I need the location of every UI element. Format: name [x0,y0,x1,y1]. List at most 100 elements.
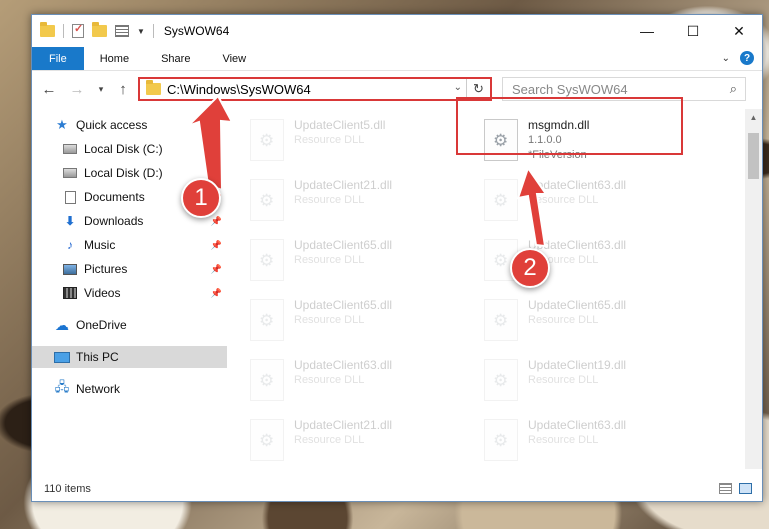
sidebar-item-label: Videos [84,286,121,300]
file-type: Resource DLL [294,434,365,446]
file-type: Resource DLL [294,314,365,326]
list-item[interactable]: UpdateClient21.dll Resource DLL [228,173,458,227]
pin-icon[interactable]: 📌 [211,240,222,251]
dll-file-icon [250,179,284,221]
sidebar-item-label: Downloads [84,214,144,228]
onedrive-icon: ☁ [55,316,69,333]
network-icon: 🖧 [54,379,70,394]
sidebar-item-this-pc[interactable]: This PC [32,346,227,368]
help-icon[interactable]: ? [740,51,754,65]
sidebar-item-label: Pictures [84,262,128,276]
file-version-label: *FileVersion [528,149,587,161]
tiles-view-icon[interactable] [739,483,752,494]
back-button[interactable]: ← [38,81,60,98]
file-name: UpdateClient63.dll [528,178,627,192]
scroll-thumb[interactable] [748,133,759,179]
list-item[interactable]: UpdateClient63.dll Resource DLL [468,173,698,227]
tab-home[interactable]: Home [84,47,145,70]
folder-icon [40,22,55,37]
search-box[interactable]: Search SysWOW64 ⌕ [502,77,746,101]
videos-icon [62,286,78,300]
file-type: Resource DLL [528,314,599,326]
file-name: UpdateClient63.dll [528,418,627,432]
list-item[interactable]: UpdateClient65.dll Resource DLL [228,293,458,347]
view-options-icon[interactable] [115,25,129,37]
scroll-up-icon[interactable]: ▲ [745,109,762,126]
navigation-pane: ★ Quick access Local Disk (C:) Local Dis… [32,109,227,469]
status-bar: 110 items [32,477,762,501]
file-name: UpdateClient63.dll [528,238,627,252]
vertical-scrollbar[interactable]: ▲ [745,109,762,469]
list-item[interactable]: UpdateClient19.dll Resource DLL [468,353,698,407]
up-button[interactable]: ↑ [112,81,134,98]
refresh-icon[interactable]: ↻ [466,79,490,99]
sidebar-item-label: Music [84,238,116,252]
dll-file-icon [484,419,518,461]
close-button[interactable]: ✕ [716,15,762,47]
search-icon[interactable]: ⌕ [730,81,737,97]
dll-file-icon [484,179,518,221]
minimize-button[interactable]: — [624,15,670,47]
file-type: Resource DLL [294,134,365,146]
file-name: msgmdn.dll [528,118,590,132]
list-item[interactable]: UpdateClient63.dllResource DLL [468,233,698,287]
sidebar-item-label: OneDrive [76,318,127,332]
details-view-icon[interactable] [719,483,732,494]
address-path[interactable]: C:\Windows\SysWOW64 [167,82,311,97]
pin-icon[interactable]: 📌 [211,288,222,299]
explorer-window: ▼ SysWOW64 — ☐ ✕ File Home Share View ⌄ … [31,14,763,502]
quick-access-toolbar: ▼ [40,22,154,38]
sidebar-item-music[interactable]: ♪ Music 📌 [32,234,227,256]
forward-button[interactable]: → [66,81,88,98]
list-item[interactable]: UpdateClient63.dllResource DLL [228,353,458,407]
step-1-badge: 1 [181,178,221,218]
tab-view[interactable]: View [206,47,262,70]
expand-ribbon-icon[interactable]: ⌄ [722,53,730,64]
file-type: Resource DLL [528,374,599,386]
dll-file-icon [484,299,518,341]
step-2-badge: 2 [510,248,550,288]
recent-locations-icon[interactable]: ▾ [90,84,112,95]
sidebar-item-onedrive[interactable]: ☁ OneDrive [32,314,227,336]
pin-icon[interactable]: 📌 [211,216,222,227]
list-item-msgmdn[interactable]: msgmdn.dll 1.1.0.0 *FileVersion [468,113,698,167]
sidebar-item-pictures[interactable]: Pictures 📌 [32,258,227,280]
tab-share[interactable]: Share [145,47,206,70]
file-name: UpdateClient65.dll [294,298,393,312]
dll-file-icon [250,299,284,341]
navigation-bar: ← → ▾ ↑ C:\Windows\SysWOW64 ⌄ ↻ Search S… [32,72,762,106]
sidebar-item-network[interactable]: 🖧 Network [32,378,227,400]
file-version: 1.1.0.0 [528,134,562,146]
file-type: Resource DLL [528,194,599,206]
downloads-icon: ⬇ [64,214,76,228]
file-type: Resource DLL [294,374,365,386]
sidebar-item-label: Local Disk (D:) [84,166,163,180]
list-item[interactable]: UpdateClient21.dll Resource DLL [228,413,458,467]
window-title: SysWOW64 [163,24,230,38]
search-input[interactable]: Search SysWOW64 [512,82,628,97]
pictures-icon [62,262,78,276]
list-item[interactable]: UpdateClient5.dll Resource DLL [228,113,458,167]
title-bar: ▼ SysWOW64 — ☐ ✕ [32,15,762,47]
dll-file-icon [484,119,518,161]
pin-icon[interactable]: 📌 [211,264,222,275]
file-type: Resource DLL [294,254,365,266]
sidebar-item-local-disk-c[interactable]: Local Disk (C:) [32,138,227,160]
list-item[interactable]: UpdateClient65.dll Resource DLL [228,233,458,287]
folder-icon [146,80,161,95]
new-folder-icon[interactable] [92,22,107,37]
list-item[interactable]: UpdateClient63.dllResource DLL [468,413,698,467]
divider [63,24,64,38]
maximize-button[interactable]: ☐ [670,15,716,47]
pin-icon[interactable]: 📌 [211,168,222,179]
address-dropdown-icon[interactable]: ⌄ [454,82,462,93]
pc-icon [54,350,70,364]
customize-caret-icon[interactable]: ▼ [137,27,145,36]
address-bar[interactable]: C:\Windows\SysWOW64 ⌄ ↻ [138,77,492,101]
sidebar-item-quick-access[interactable]: ★ Quick access [32,114,227,136]
file-type: Resource DLL [294,194,365,206]
tab-file[interactable]: File [32,47,84,70]
sidebar-item-videos[interactable]: Videos 📌 [32,282,227,304]
list-item[interactable]: UpdateClient65.dll Resource DLL [468,293,698,347]
properties-check-icon[interactable] [72,22,84,38]
